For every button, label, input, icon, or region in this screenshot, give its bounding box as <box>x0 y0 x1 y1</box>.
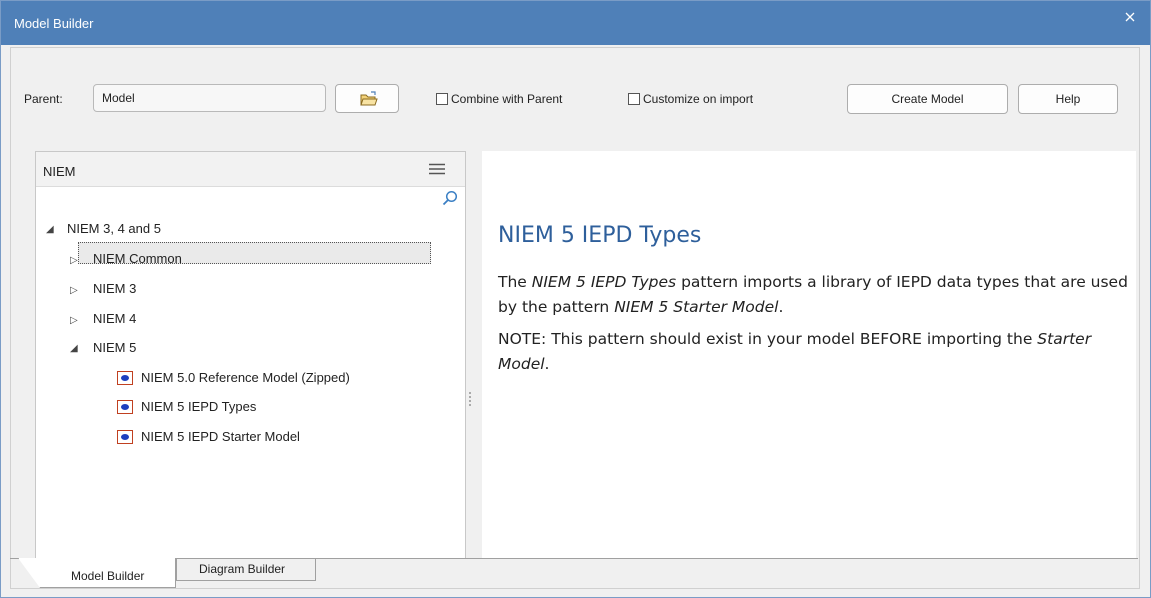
tree-node-label: NIEM 3 <box>93 281 137 296</box>
expanded-triangle-icon[interactable]: ◢ <box>46 224 54 235</box>
tab-label: Diagram Builder <box>199 562 286 576</box>
parent-label: Parent: <box>24 92 63 106</box>
expanded-triangle-icon[interactable]: ◢ <box>70 343 78 354</box>
pattern-tree-panel: NIEM <box>35 151 466 559</box>
description-title: NIEM 5 IEPD Types <box>498 223 702 248</box>
splitter-handle[interactable] <box>469 392 471 406</box>
tab-label: Model Builder <box>71 569 145 583</box>
search-icon[interactable] <box>442 190 458 211</box>
parent-field[interactable]: Model <box>93 84 326 112</box>
hamburger-menu-icon[interactable] <box>429 162 445 180</box>
folder-open-icon <box>360 91 378 106</box>
combine-with-parent-checkbox[interactable]: Combine with Parent <box>436 92 562 106</box>
tab-diagram-builder[interactable]: Diagram Builder <box>176 559 316 581</box>
tree-node-label: NIEM 4 <box>93 311 137 326</box>
tree-node-label: NIEM 3, 4 and 5 <box>67 221 161 236</box>
pattern-icon <box>117 371 133 385</box>
checkbox-box[interactable] <box>436 93 448 105</box>
pattern-icon <box>117 430 133 444</box>
pattern-icon <box>117 400 133 414</box>
title-bar[interactable]: Model Builder <box>1 1 1150 45</box>
window-title: Model Builder <box>14 16 94 31</box>
tree-node-label: NIEM 5 <box>93 340 137 355</box>
tree-header-title: NIEM <box>43 164 76 179</box>
description-paragraph: The NIEM 5 IEPD Types pattern imports a … <box>498 273 1128 316</box>
tab-model-builder[interactable]: Model Builder <box>18 558 176 588</box>
tree-leaf-label: NIEM 5 IEPD Types <box>141 399 257 414</box>
create-model-button[interactable]: Create Model <box>847 84 1008 114</box>
tree-leaf-label: NIEM 5 IEPD Starter Model <box>141 429 300 444</box>
browse-button[interactable] <box>335 84 399 113</box>
collapsed-triangle-icon[interactable]: ▷ <box>70 315 78 326</box>
collapsed-triangle-icon[interactable]: ▷ <box>70 255 78 266</box>
combine-with-parent-label: Combine with Parent <box>451 92 563 106</box>
description-note: NOTE: This pattern should exist in your … <box>498 330 1092 373</box>
tree-header: NIEM <box>36 152 465 187</box>
description-text: The NIEM 5 IEPD Types pattern imports a … <box>498 270 1133 384</box>
collapsed-triangle-icon[interactable]: ▷ <box>70 285 78 296</box>
help-button[interactable]: Help <box>1018 84 1118 114</box>
close-icon[interactable] <box>1120 7 1140 27</box>
customize-on-import-checkbox[interactable]: Customize on import <box>628 92 753 106</box>
tree-node-label: NIEM Common <box>93 251 182 266</box>
tree-leaf-label: NIEM 5.0 Reference Model (Zipped) <box>141 370 350 385</box>
checkbox-box[interactable] <box>628 93 640 105</box>
customize-on-import-label: Customize on import <box>643 92 754 106</box>
